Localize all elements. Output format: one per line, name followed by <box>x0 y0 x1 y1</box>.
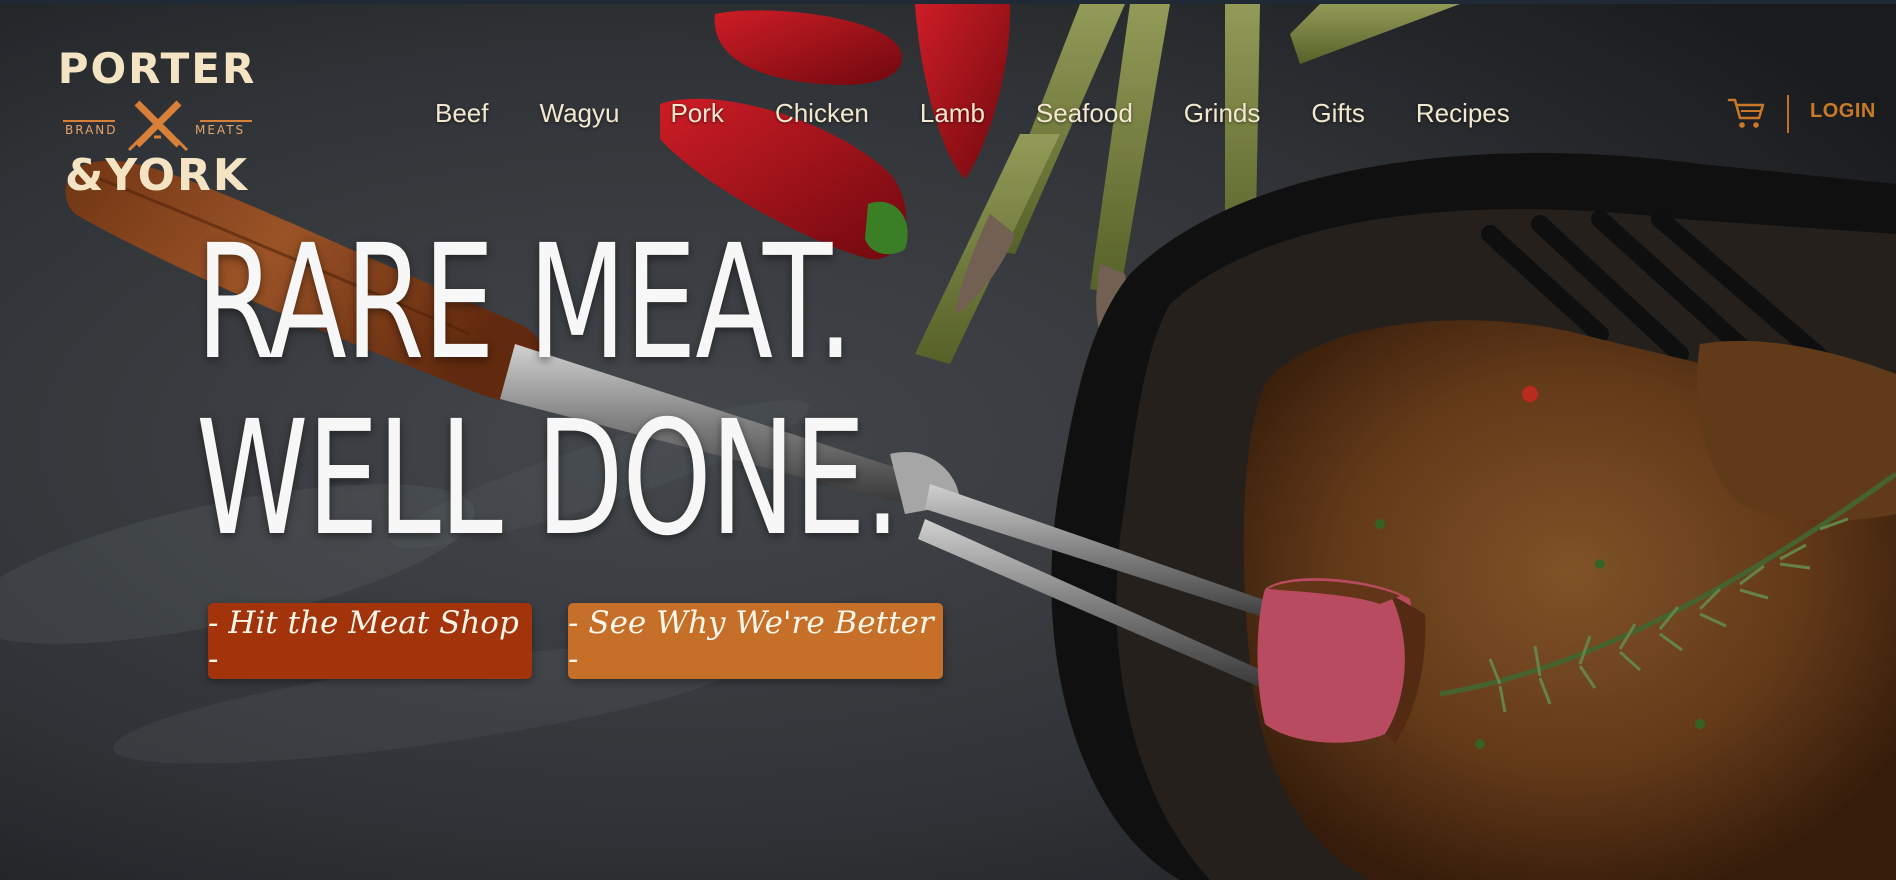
nav-item-recipes[interactable]: Recipes <box>1416 98 1510 129</box>
nav-item-beef[interactable]: Beef <box>435 98 489 129</box>
login-link[interactable]: LOGIN <box>1810 100 1876 123</box>
logo-text-top: PORTER <box>58 44 257 93</box>
nav-item-lamb[interactable]: Lamb <box>920 98 985 129</box>
nav-divider <box>1787 95 1789 133</box>
nav-item-wagyu[interactable]: Wagyu <box>540 98 620 129</box>
nav-item-grinds[interactable]: Grinds <box>1184 98 1261 129</box>
hero-headline: RARE MEAT. WELL DONE. <box>196 211 901 571</box>
hero-headline-line-2: WELL DONE. <box>196 387 901 571</box>
why-better-cta-button[interactable]: - See Why We're Better - <box>568 603 943 679</box>
nav-item-seafood[interactable]: Seafood <box>1036 98 1133 129</box>
porter-york-logo[interactable]: PORTER BRAND MEATS &YORK <box>55 35 260 205</box>
hero-headline-line-1: RARE MEAT. <box>196 211 854 395</box>
nav-item-chicken[interactable]: Chicken <box>775 98 869 129</box>
top-edge-bar <box>0 0 1896 4</box>
logo-graphic: PORTER BRAND MEATS &YORK <box>58 44 257 201</box>
shop-cta-button[interactable]: - Hit the Meat Shop - <box>208 603 532 679</box>
logo-tag-right: MEATS <box>195 123 245 137</box>
nav-item-pork[interactable]: Pork <box>670 98 723 129</box>
logo-text-bottom: &YORK <box>65 150 249 201</box>
logo-tag-left: BRAND <box>65 123 118 137</box>
main-nav: Beef Wagyu Pork Chicken Lamb Seafood Gri… <box>435 95 1510 131</box>
cart-icon[interactable] <box>1727 96 1765 130</box>
nav-item-gifts[interactable]: Gifts <box>1311 98 1364 129</box>
